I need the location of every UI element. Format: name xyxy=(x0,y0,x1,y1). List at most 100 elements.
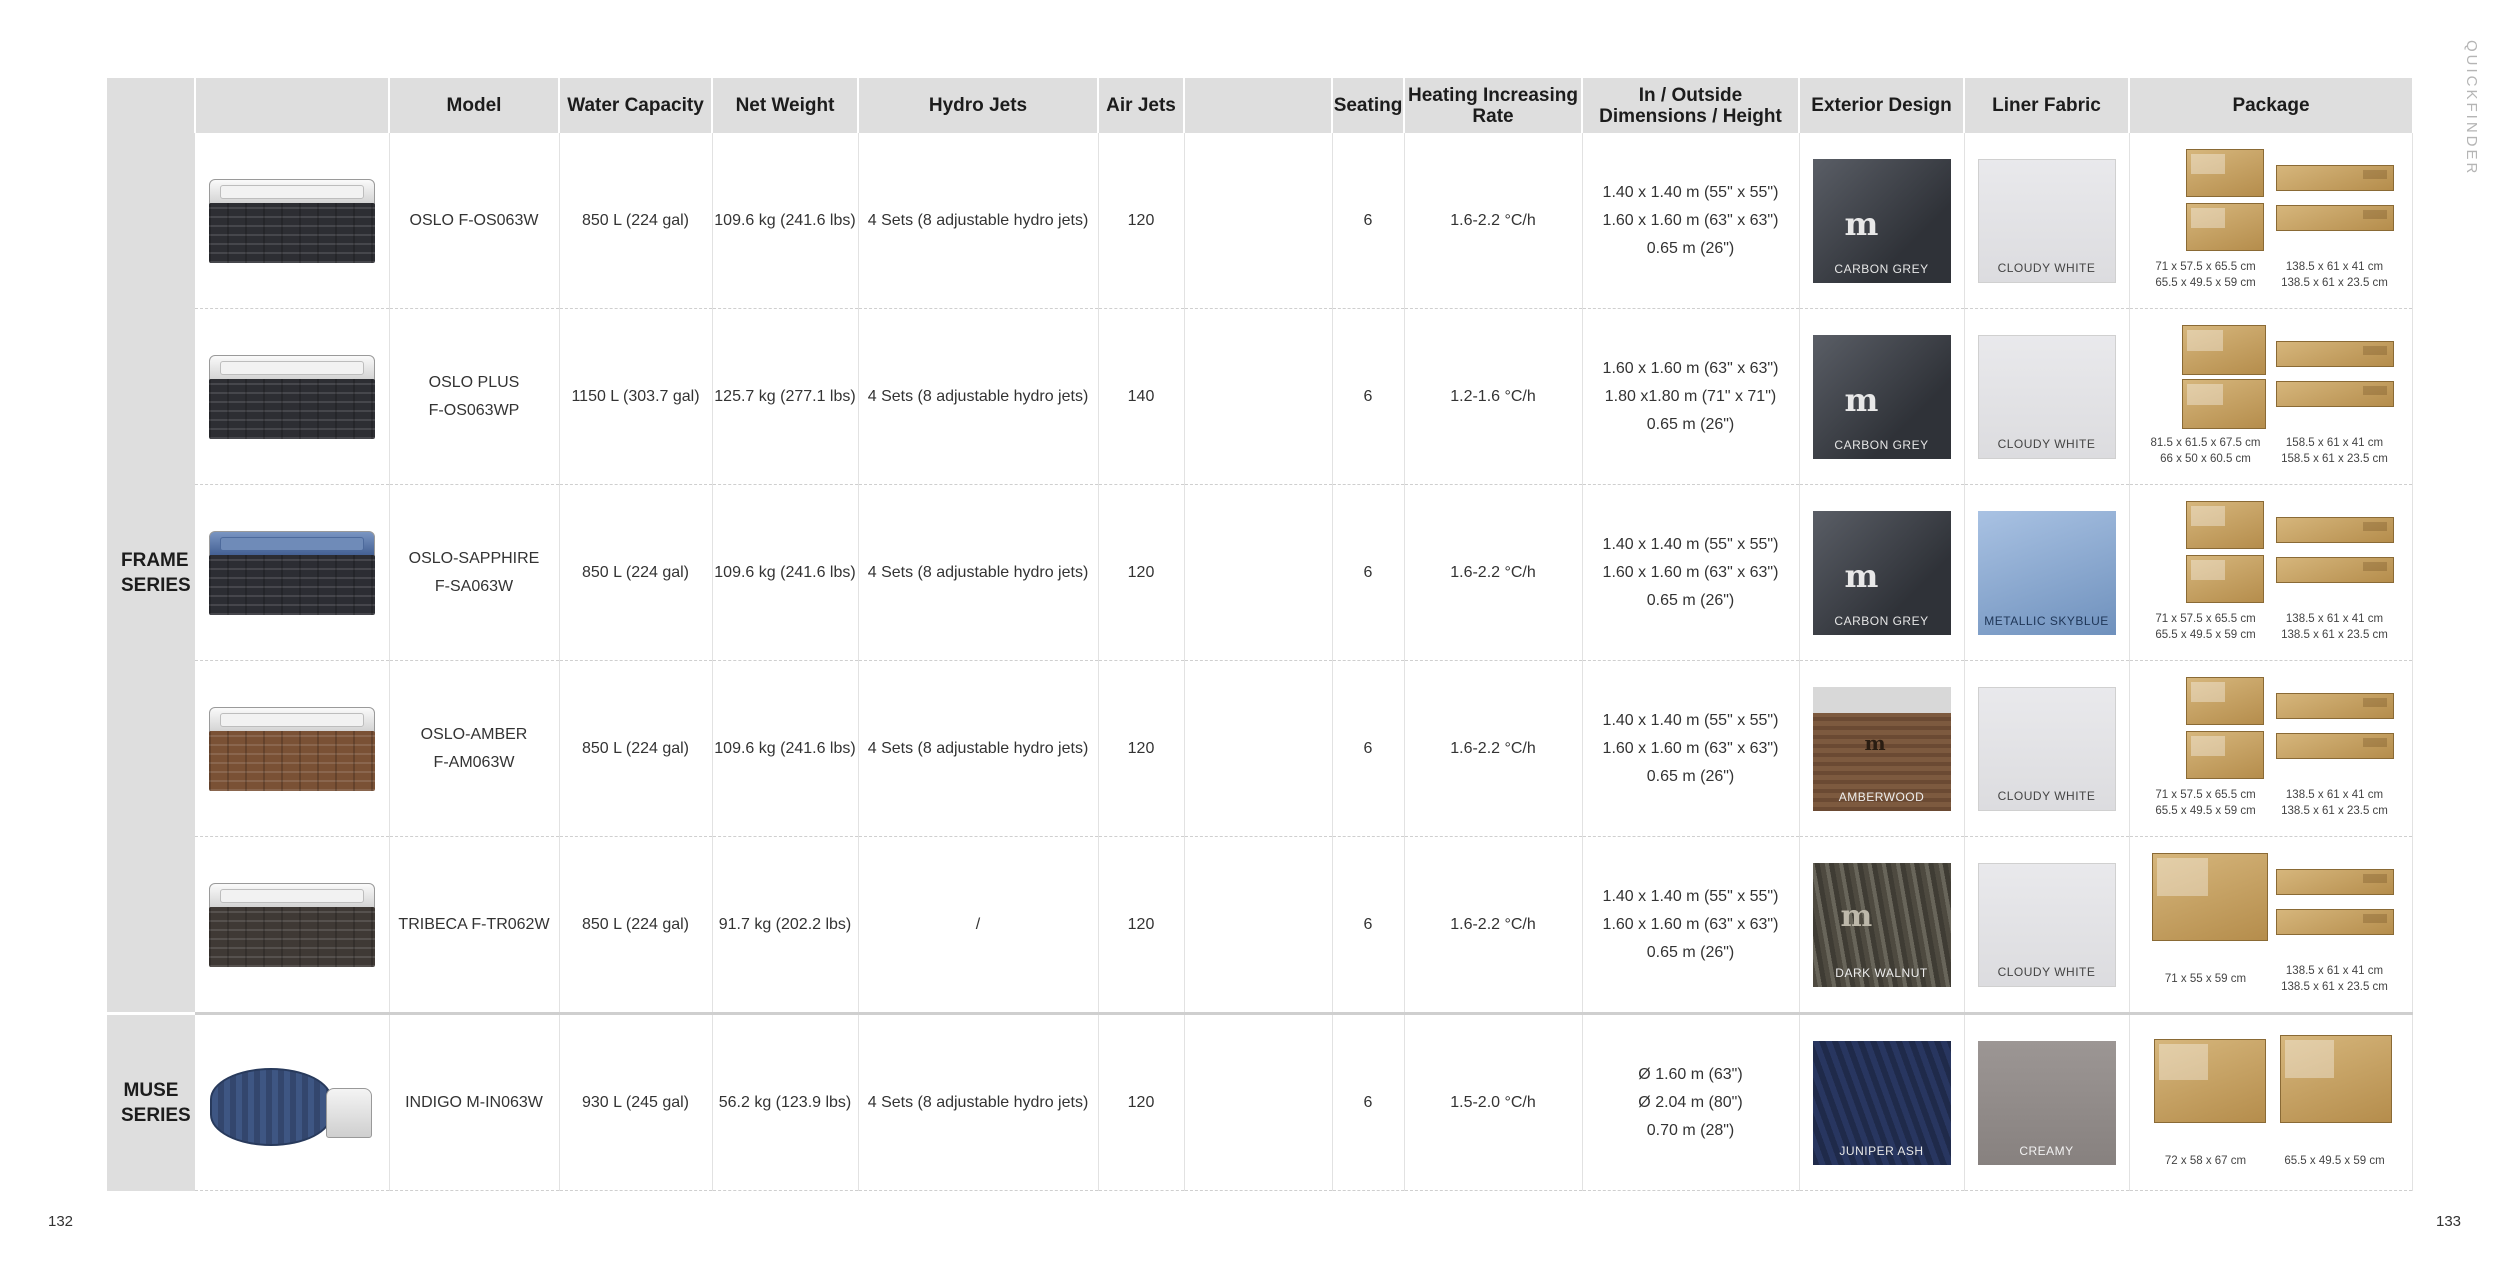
header-image xyxy=(194,78,389,133)
seating-cell: 6 xyxy=(1332,133,1405,309)
product-image-cell xyxy=(195,836,390,1014)
model-cell: TRIBECA F-TR062W xyxy=(389,836,560,1014)
liner-label: CREAMY xyxy=(2019,1143,2074,1158)
header-liner-fabric: Liner Fabric xyxy=(1963,78,2129,133)
dim-height: 0.65 m (26") xyxy=(1646,591,1735,609)
table-row: OSLO-SAPPHIRE F-SA063W 850 L (224 gal) 10… xyxy=(107,484,2413,661)
dim-outside: 1.60 x 1.60 m (63" x 63") xyxy=(1602,563,1779,581)
product-image-cell xyxy=(195,308,390,485)
dim-height: 0.65 m (26") xyxy=(1646,767,1735,785)
blank-cell xyxy=(1184,1012,1333,1191)
air-jets-cell: 120 xyxy=(1098,1012,1185,1191)
exterior-design-cell: m CARBON GREY xyxy=(1799,484,1965,661)
package-dim: 138.5 x 61 x 23.5 cm xyxy=(2281,804,2388,817)
water-capacity-cell: 1150 L (303.7 gal) xyxy=(559,308,713,485)
package-dim: 138.5 x 61 x 41 cm xyxy=(2285,964,2384,977)
hydro-jets-cell: 4 Sets (8 adjustable hydro jets) xyxy=(858,133,1099,309)
mspa-logo: m xyxy=(1864,730,1886,755)
liner-swatch: CREAMY xyxy=(1977,1040,2116,1165)
model-line-2: F-OS063WP xyxy=(428,401,520,419)
hydro-jets-cell: 4 Sets (8 adjustable hydro jets) xyxy=(858,660,1099,837)
package-images: 71 x 57.5 x 65.5 cm 138.5 x 61 x 41 cm 65… xyxy=(2146,497,2396,649)
liner-label: METALLIC SKYBLUE xyxy=(1984,613,2109,628)
series-label-muse: MUSE SERIES xyxy=(107,1012,195,1191)
exterior-label: JUNIPER ASH xyxy=(1839,1143,1924,1158)
exterior-swatch: m DARK WALNUT xyxy=(1812,862,1951,987)
mspa-logo: m xyxy=(1840,898,1873,934)
table-row: MUSE SERIES INDIGO M-IN063W 930 L (245 g… xyxy=(107,1012,2413,1191)
mspa-logo: m xyxy=(1844,556,1879,595)
liner-fabric-cell: METALLIC SKYBLUE xyxy=(1964,484,2130,661)
exterior-label: DARK WALNUT xyxy=(1835,965,1928,980)
package-dim: 65.5 x 49.5 x 59 cm xyxy=(2155,804,2256,817)
liner-swatch: CLOUDY WHITE xyxy=(1977,158,2116,283)
package-cell: 81.5 x 61.5 x 67.5 cm 158.5 x 61 x 41 cm … xyxy=(2129,308,2413,485)
dimensions-cell: 1.40 x 1.40 m (55" x 55") 1.60 x 1.60 m (… xyxy=(1582,484,1800,661)
table-row: OSLO PLUS F-OS063WP 1150 L (303.7 gal) 12… xyxy=(107,308,2413,485)
package-dim: 138.5 x 61 x 41 cm xyxy=(2285,788,2384,801)
water-capacity-cell: 850 L (224 gal) xyxy=(559,836,713,1014)
header-hydro-jets: Hydro Jets xyxy=(857,78,1098,133)
series-name: FRAME SERIES xyxy=(121,549,191,596)
air-jets-cell: 140 xyxy=(1098,308,1185,485)
quickfinder-side-label: QUICKFINDER xyxy=(2463,40,2480,177)
quickfinder-table: Model Water Capacity Net Weight Hydro Je… xyxy=(107,78,2413,1191)
model-line-1: OSLO PLUS xyxy=(428,373,520,391)
header-package: Package xyxy=(2128,78,2412,133)
header-dimensions: In / Outside Dimensions / Height xyxy=(1581,78,1799,133)
header-blank xyxy=(1183,78,1332,133)
blank-cell xyxy=(1184,484,1333,661)
air-jets-cell: 120 xyxy=(1098,836,1185,1014)
mspa-logo: m xyxy=(1844,380,1879,419)
package-images: 81.5 x 61.5 x 67.5 cm 158.5 x 61 x 41 cm … xyxy=(2146,321,2396,473)
series-name: MUSE SERIES xyxy=(121,1079,191,1126)
package-images: 71 x 57.5 x 65.5 cm 138.5 x 61 x 41 cm 65… xyxy=(2146,145,2396,297)
blank-cell xyxy=(1184,133,1333,309)
package-dim: 72 x 58 x 67 cm xyxy=(2164,1154,2247,1167)
page-number-right: 133 xyxy=(2436,1213,2462,1230)
product-image-cell xyxy=(195,484,390,661)
model-line-1: OSLO F-OS063W xyxy=(409,211,539,229)
exterior-label: CARBON GREY xyxy=(1834,613,1929,628)
heating-rate-cell: 1.6-2.2 °C/h xyxy=(1404,836,1583,1014)
dim-outside: 1.80 x1.80 m (71" x 71") xyxy=(1604,387,1777,405)
table-row: TRIBECA F-TR062W 850 L (224 gal) 91.7 kg… xyxy=(107,836,2413,1014)
model-line-2: F-AM063W xyxy=(433,753,515,771)
product-image-cell xyxy=(195,660,390,837)
package-cell: 72 x 58 x 67 cm 65.5 x 49.5 x 59 cm xyxy=(2129,1012,2413,1191)
package-dim: 138.5 x 61 x 41 cm xyxy=(2285,612,2384,625)
dimensions-cell: 1.40 x 1.40 m (55" x 55") 1.60 x 1.60 m (… xyxy=(1582,660,1800,837)
dim-height: 0.65 m (26") xyxy=(1646,415,1735,433)
air-jets-cell: 120 xyxy=(1098,133,1185,309)
seating-cell: 6 xyxy=(1332,660,1405,837)
header-heating-rate: Heating Increasing Rate xyxy=(1403,78,1582,133)
net-weight-cell: 109.6 kg (241.6 lbs) xyxy=(712,484,859,661)
exterior-design-cell: m CARBON GREY xyxy=(1799,133,1965,309)
exterior-swatch: m AMBERWOOD xyxy=(1812,686,1951,811)
model-cell: OSLO F-OS063W xyxy=(389,133,560,309)
dim-height: 0.70 m (28") xyxy=(1646,1121,1735,1139)
table-row: OSLO-AMBER F-AM063W 850 L (224 gal) 109.6… xyxy=(107,660,2413,837)
exterior-design-cell: m DARK WALNUT xyxy=(1799,836,1965,1014)
dimensions-cell: 1.40 x 1.40 m (55" x 55") 1.60 x 1.60 m (… xyxy=(1582,133,1800,309)
heating-rate-cell: 1.6-2.2 °C/h xyxy=(1404,133,1583,309)
model-line-1: OSLO-AMBER xyxy=(420,725,528,743)
exterior-label: AMBERWOOD xyxy=(1838,789,1925,804)
heating-rate-cell: 1.5-2.0 °C/h xyxy=(1404,1012,1583,1191)
package-dim: 81.5 x 61.5 x 67.5 cm xyxy=(2150,436,2261,449)
dim-height: 0.65 m (26") xyxy=(1646,943,1735,961)
air-jets-cell: 120 xyxy=(1098,484,1185,661)
model-cell: OSLO-AMBER F-AM063W xyxy=(389,660,560,837)
dim-height: 0.65 m (26") xyxy=(1646,239,1735,257)
package-dim: 65.5 x 49.5 x 59 cm xyxy=(2155,276,2256,289)
dimensions-cell: 1.40 x 1.40 m (55" x 55") 1.60 x 1.60 m (… xyxy=(1582,836,1800,1014)
liner-label: CLOUDY WHITE xyxy=(1997,436,2096,451)
product-image-cell xyxy=(195,1012,390,1191)
dim-inside: 1.40 x 1.40 m (55" x 55") xyxy=(1602,183,1779,201)
package-cell: 71 x 55 x 59 cm 138.5 x 61 x 41 cm 138.5 … xyxy=(2129,836,2413,1014)
liner-fabric-cell: CLOUDY WHITE xyxy=(1964,660,2130,837)
product-image xyxy=(208,354,375,439)
header-series xyxy=(107,78,195,133)
model-line-1: INDIGO M-IN063W xyxy=(405,1093,543,1111)
exterior-design-cell: JUNIPER ASH xyxy=(1799,1012,1965,1191)
